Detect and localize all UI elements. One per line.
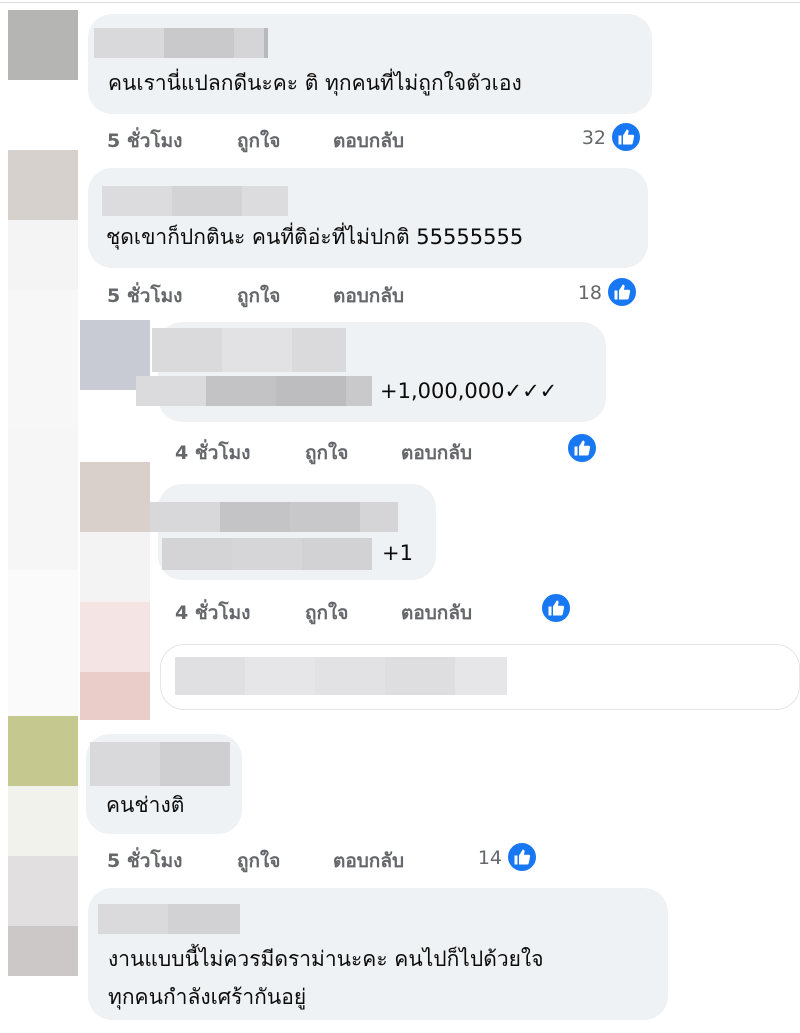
timestamp[interactable]: 5 ชั่วโมง <box>107 281 182 311</box>
comment-text-line-1: งานแบบนี้ไม่ควรมีดราม่านะคะ คนไปก็ไปด้วย… <box>108 947 544 971</box>
timestamp[interactable]: 4 ชั่วโมง <box>175 598 250 628</box>
like-count[interactable]: 14 <box>456 847 502 869</box>
comment-text: ชุดเขาก็ปกตินะ คนที่ติอ่ะที่ไม่ปกติ 5555… <box>106 225 524 249</box>
reply-bubble: +1,000,000✓✓✓ <box>136 322 606 422</box>
comment-text: คนเรานี่แปลกดีนะคะ ติ ทุกคนที่ไม่ถูกใจตั… <box>108 71 522 95</box>
reply-link[interactable]: ตอบกลับ <box>333 281 404 311</box>
like-thumb-icon[interactable] <box>610 121 642 153</box>
timestamp[interactable]: 4 ชั่วโมง <box>175 438 250 468</box>
comment-bubble: งานแบบนี้ไม่ควรมีดราม่านะคะ คนไปก็ไปด้วย… <box>88 888 668 1020</box>
blurred-author-name[interactable] <box>152 328 222 372</box>
blurred-reply-row[interactable] <box>160 644 800 710</box>
like-thumb-icon[interactable] <box>566 432 598 464</box>
comment-text: คนช่างติ <box>106 793 185 817</box>
like-link[interactable]: ถูกใจ <box>305 598 348 628</box>
like-link[interactable]: ถูกใจ <box>237 126 280 156</box>
comment-text: +1 <box>382 541 413 565</box>
blurred-author-name[interactable] <box>90 742 160 786</box>
comment-bubble: ชุดเขาก็ปกตินะ คนที่ติอ่ะที่ไม่ปกติ 5555… <box>88 168 648 268</box>
timestamp[interactable]: 5 ชั่วโมง <box>107 126 182 156</box>
like-thumb-icon[interactable] <box>540 592 572 624</box>
comment-bubble: คนเรานี่แปลกดีนะคะ ติ ทุกคนที่ไม่ถูกใจตั… <box>88 14 652 114</box>
like-count[interactable]: 18 <box>556 282 602 304</box>
blurred-author-name[interactable] <box>150 502 220 532</box>
like-thumb-icon[interactable] <box>606 276 638 308</box>
comment-bubble: คนช่างติ <box>86 734 242 834</box>
avatar[interactable] <box>8 856 78 976</box>
avatar[interactable] <box>8 716 78 856</box>
blurred-author-name[interactable] <box>94 28 164 58</box>
blurred-author-name[interactable] <box>102 186 172 216</box>
comment-text: +1,000,000✓✓✓ <box>380 379 558 403</box>
timestamp[interactable]: 5 ชั่วโมง <box>107 846 182 876</box>
blurred-avatar-column <box>8 290 78 720</box>
like-thumb-icon[interactable] <box>506 841 538 873</box>
reply-link[interactable]: ตอบกลับ <box>333 126 404 156</box>
like-link[interactable]: ถูกใจ <box>305 438 348 468</box>
like-link[interactable]: ถูกใจ <box>237 846 280 876</box>
top-divider <box>0 2 800 3</box>
reply-link[interactable]: ตอบกลับ <box>401 598 472 628</box>
blurred-author-name[interactable] <box>98 904 168 934</box>
comment-text-line-2: ทุกคนกำลังเศร้ากันอยู่ <box>108 985 307 1009</box>
reply-link[interactable]: ตอบกลับ <box>401 438 472 468</box>
avatar[interactable] <box>80 462 150 720</box>
reply-link[interactable]: ตอบกลับ <box>333 846 404 876</box>
avatar[interactable] <box>8 150 78 290</box>
reply-bubble: +1 <box>150 484 436 580</box>
like-link[interactable]: ถูกใจ <box>237 281 280 311</box>
like-count[interactable]: 32 <box>560 127 606 149</box>
avatar[interactable] <box>8 10 78 80</box>
